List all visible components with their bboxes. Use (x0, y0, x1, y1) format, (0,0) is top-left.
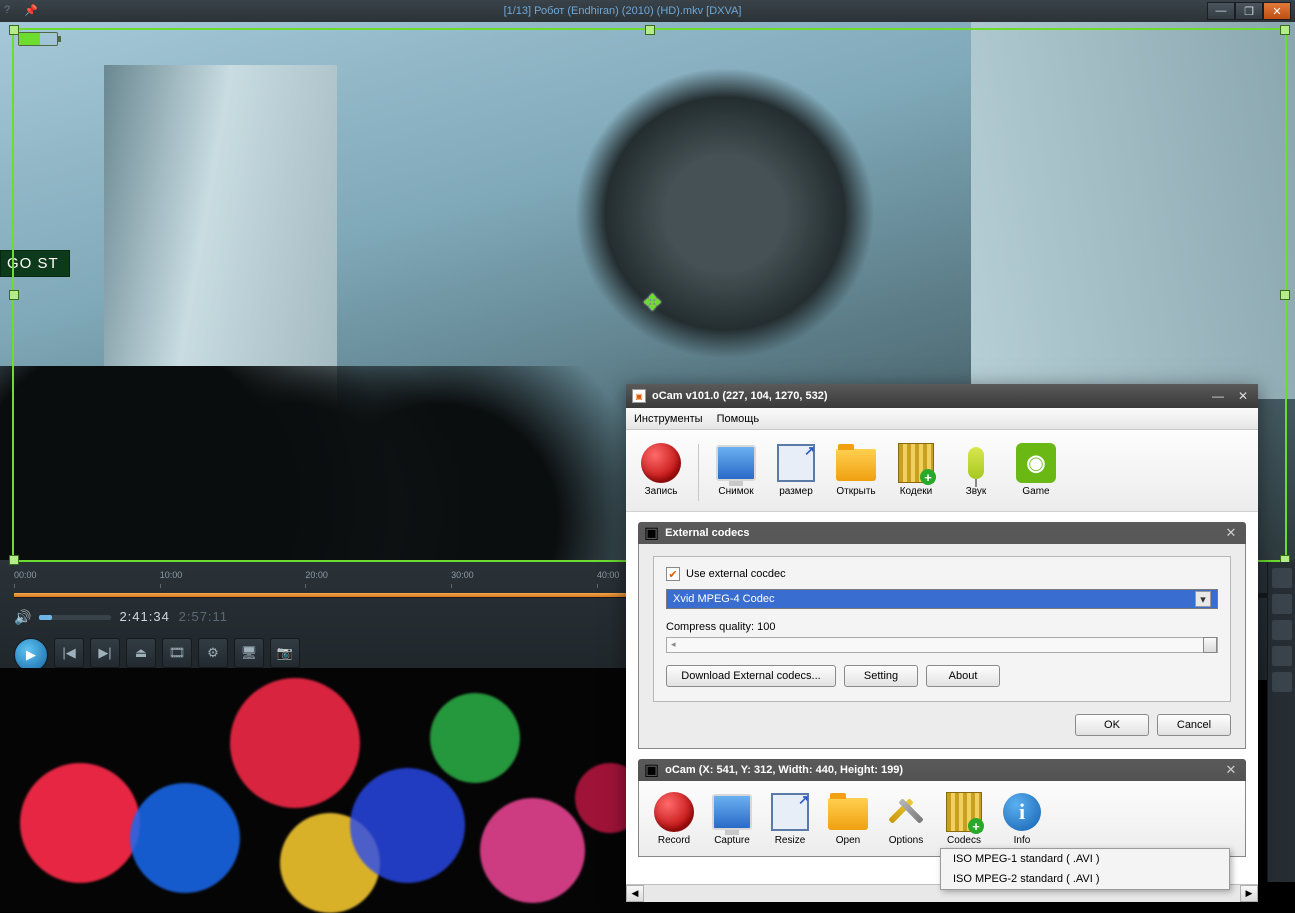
close-button[interactable]: ✕ (1263, 2, 1291, 20)
external-codecs-dialog: ▣ External codecs ✕ ✔ Use external cocde… (638, 522, 1246, 749)
about-button[interactable]: About (926, 665, 1000, 687)
options-button[interactable]: Options (879, 789, 933, 848)
player-title: [1/13] Робот (Endhiran) (2010) (HD).mkv … (38, 5, 1207, 17)
microphone-icon (968, 447, 984, 479)
setting-button[interactable]: Setting (844, 665, 918, 687)
info-icon: i (1003, 793, 1041, 831)
time-display: 2:41:34 2:57:11 (119, 609, 228, 625)
ocam-titlebar[interactable]: ▣ oCam v101.0 (227, 104, 1270, 532) — ✕ (626, 384, 1258, 408)
dropdown-item[interactable]: ISO MPEG-1 standard ( .AVI ) (941, 849, 1229, 869)
scroll-right-icon[interactable]: ▶ (1240, 885, 1258, 902)
settings-icon[interactable]: ⚙ (198, 638, 228, 668)
timeline-tick: 40:00 (597, 570, 620, 580)
codecs-button[interactable]: Codecs (937, 789, 991, 848)
ocam-app-icon: ▣ (632, 389, 646, 403)
codec-select[interactable]: Xvid MPEG-4 Codec ▾ (666, 589, 1218, 609)
ocam-app-icon: ▣ (644, 760, 659, 780)
menu-help[interactable]: Помощь (717, 413, 760, 425)
dropdown-arrow-icon[interactable]: ▾ (1195, 591, 1211, 607)
battery-indicator (18, 32, 58, 46)
step-back-button[interactable]: |◀ (54, 638, 84, 668)
monitor-icon[interactable]: 🖥 (234, 638, 264, 668)
volume-slider[interactable] (39, 615, 111, 620)
sound-button[interactable]: Звук (949, 440, 1003, 505)
ocam-toolbar-2: Record Capture Resize Open Options Codec… (638, 781, 1246, 857)
player-right-sidebar (1267, 562, 1295, 882)
use-external-checkbox[interactable]: ✔ (666, 567, 680, 581)
record-button[interactable]: Record (647, 789, 701, 848)
minimize-button[interactable]: — (1207, 2, 1235, 20)
eject-button[interactable]: ⏏ (126, 638, 156, 668)
codecs-button[interactable]: Кодеки (889, 440, 943, 505)
record-button[interactable]: Запись (634, 440, 688, 505)
close-button[interactable]: ✕ (1222, 525, 1240, 541)
scroll-left-icon[interactable]: ◀ (626, 885, 644, 902)
ocam-app-icon: ▣ (644, 523, 659, 543)
resize-button[interactable]: Resize (763, 789, 817, 848)
quality-slider[interactable]: ◂ (666, 637, 1218, 653)
capture-button[interactable]: Снимок (709, 440, 763, 505)
info-button[interactable]: iInfo (995, 789, 1049, 848)
tools-icon (888, 794, 924, 830)
download-codecs-button[interactable]: Download External codecs... (666, 665, 836, 687)
use-external-label: Use external cocdec (686, 568, 786, 580)
player-titlebar[interactable]: ? 📌 [1/13] Робот (Endhiran) (2010) (HD).… (0, 0, 1295, 22)
film-icon[interactable]: 🎞 (162, 638, 192, 668)
nvidia-icon: ◉ (1016, 443, 1056, 483)
play-button[interactable]: ▶ (14, 638, 48, 672)
ocam-toolbar: Запись Снимок размер Открыть Кодеки Звук… (626, 430, 1258, 512)
menu-tools[interactable]: Инструменты (634, 413, 703, 425)
cancel-button[interactable]: Cancel (1157, 714, 1231, 736)
game-button[interactable]: ◉Game (1009, 440, 1063, 505)
bokeh-background (0, 668, 640, 912)
open-button[interactable]: Open (821, 789, 875, 848)
timeline-tick: 30:00 (451, 570, 474, 580)
street-sign: GO ST (0, 250, 70, 277)
close-button[interactable]: ✕ (1234, 389, 1252, 403)
step-forward-button[interactable]: ▶| (90, 638, 120, 668)
help-icon[interactable]: ? (4, 4, 18, 18)
ocam-window: ▣ oCam v101.0 (227, 104, 1270, 532) — ✕ … (626, 384, 1258, 902)
capture-button[interactable]: Capture (705, 789, 759, 848)
pin-icon[interactable]: 📌 (24, 4, 38, 18)
dropdown-item[interactable]: ISO MPEG-2 standard ( .AVI ) (941, 869, 1229, 889)
ocam-menubar: Инструменты Помощь (626, 408, 1258, 430)
close-button[interactable]: ✕ (1222, 762, 1240, 778)
maximize-button[interactable]: ❐ (1235, 2, 1263, 20)
timeline-tick: 20:00 (305, 570, 328, 580)
minimize-button[interactable]: — (1208, 389, 1228, 403)
quality-label: Compress quality: 100 (666, 621, 1218, 633)
timeline-tick: 00:00 (14, 570, 37, 580)
codec-dropdown-menu: ISO MPEG-1 standard ( .AVI ) ISO MPEG-2 … (940, 848, 1230, 890)
ocam-panel-2: ▣ oCam (X: 541, Y: 312, Width: 440, Heig… (638, 759, 1246, 857)
resize-button[interactable]: размер (769, 440, 823, 505)
ok-button[interactable]: OK (1075, 714, 1149, 736)
ocam-title: oCam v101.0 (227, 104, 1270, 532) (652, 390, 1202, 402)
open-button[interactable]: Открыть (829, 440, 883, 505)
dialog-titlebar[interactable]: ▣ oCam (X: 541, Y: 312, Width: 440, Heig… (638, 759, 1246, 781)
timeline-tick: 10:00 (160, 570, 183, 580)
screenshot-icon[interactable]: 📷 (270, 638, 300, 668)
dialog-titlebar[interactable]: ▣ External codecs ✕ (638, 522, 1246, 544)
volume-icon[interactable]: 🔊 (14, 609, 31, 626)
